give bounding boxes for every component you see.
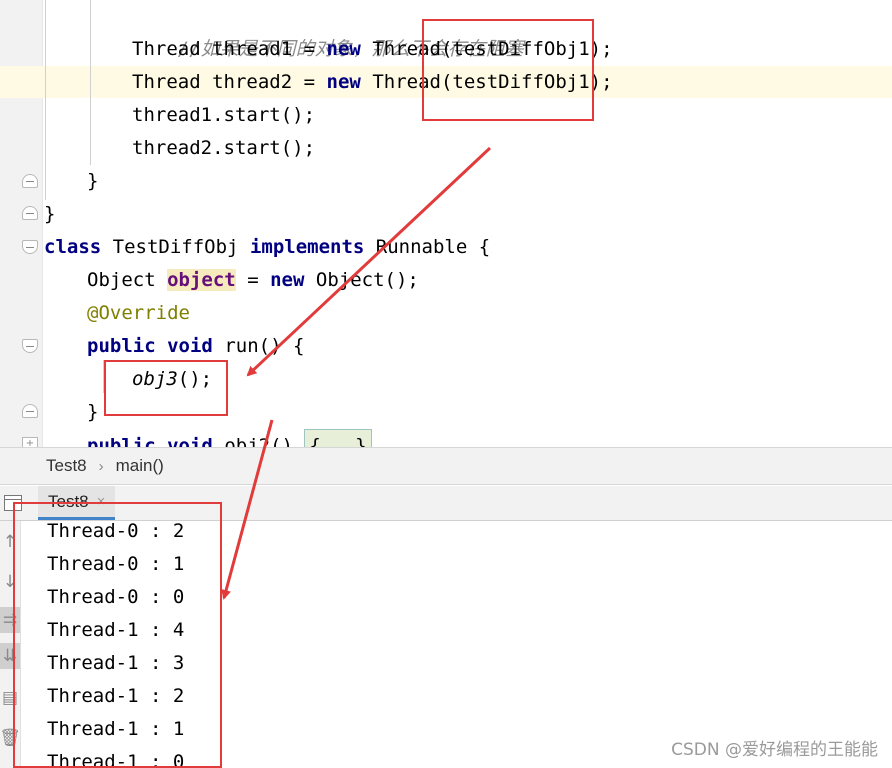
console-line: Thread-0 : 1 (47, 553, 185, 575)
code-keyword: implements (249, 236, 365, 258)
print-icon[interactable]: ▤ (0, 685, 20, 711)
breadcrumb: Test8 › main() (0, 447, 892, 485)
soft-wrap-icon[interactable]: ⇉ (0, 607, 20, 633)
arrow-down-icon[interactable]: ↓ (0, 569, 20, 595)
collapsed-code-block[interactable]: {...} (304, 429, 372, 447)
run-window-icon (4, 495, 22, 511)
code-keyword: new (326, 38, 361, 60)
console-line: Thread-1 : 0 (47, 751, 185, 768)
code-token: obj2() (224, 435, 293, 447)
code-method-call: obj3 (132, 368, 178, 390)
code-token: = (303, 71, 316, 93)
code-token: Thread(testDiffObj1); (372, 38, 613, 60)
code-keyword: void (167, 435, 213, 447)
code-keyword: void (167, 335, 213, 357)
code-token: Thread (132, 71, 201, 93)
code-line[interactable]: Object object = new Object(); (87, 264, 419, 297)
code-line[interactable]: public void obj2() {...} (87, 429, 372, 447)
console-line: Thread-1 : 2 (47, 685, 185, 707)
chevron-right-icon: › (98, 457, 104, 475)
code-token: Thread (132, 38, 201, 60)
fold-marker-icon[interactable] (22, 206, 38, 220)
console-line: Thread-1 : 4 (47, 619, 185, 641)
console-line: Thread-1 : 1 (47, 718, 185, 740)
code-field: object (167, 269, 236, 291)
code-line[interactable]: thread1.start(); (132, 99, 315, 132)
indent-guide (103, 360, 104, 393)
fold-marker-icon[interactable] (22, 174, 38, 188)
code-token: (); (177, 368, 213, 390)
expand-marker-icon[interactable]: + (22, 437, 38, 447)
code-keyword: public (87, 335, 156, 357)
code-editor[interactable]: + //如果是不同的对象，那么不会存在阻塞 Thread thread1 = n… (0, 0, 892, 447)
code-token: } (44, 203, 56, 225)
scroll-to-end-icon[interactable]: ⇊ (0, 643, 20, 669)
code-line[interactable]: Thread thread1 = new Thread(testDiffObj1… (132, 33, 613, 66)
code-line[interactable]: } (87, 396, 98, 429)
run-panel-header: Test8 × (0, 486, 892, 521)
watermark: CSDN @爱好编程的王能能 (671, 740, 878, 760)
code-token: Object (87, 269, 156, 291)
code-token: = (247, 269, 259, 291)
close-icon[interactable]: × (97, 493, 106, 510)
run-toolbar: ↑ ↓ ⇉ ⇊ ▤ 🗑 (0, 521, 21, 768)
code-token: thread1.start(); (132, 104, 316, 126)
code-keyword: public (87, 435, 156, 447)
indent-guide (90, 0, 91, 165)
code-line[interactable]: thread2.start(); (132, 132, 315, 165)
trash-icon[interactable]: 🗑 (0, 725, 21, 751)
console-line: Thread-0 : 0 (47, 586, 185, 608)
code-keyword: new (270, 269, 305, 291)
code-annotation: @Override (87, 302, 190, 324)
code-line[interactable]: class TestDiffObj implements Runnable { (44, 231, 490, 264)
console-line: Thread-1 : 3 (47, 652, 185, 674)
code-token: thread1 (212, 38, 293, 60)
indent-guide (45, 0, 46, 200)
fold-marker-icon[interactable] (22, 404, 38, 418)
code-token: Object(); (315, 269, 419, 291)
breadcrumb-class[interactable]: Test8 (46, 456, 87, 476)
code-keyword: class (44, 236, 102, 258)
arrow-up-icon[interactable]: ↑ (0, 529, 20, 555)
code-token: } (87, 170, 99, 192)
console-line: Thread-0 : 2 (47, 521, 185, 542)
code-token: Runnable { (375, 236, 491, 258)
code-token: thread2.start(); (132, 137, 316, 159)
code-token: Thread(testDiffObj1); (372, 71, 613, 93)
code-line[interactable]: } (44, 198, 55, 231)
code-line[interactable]: @Override (87, 297, 190, 330)
tab-run-test8[interactable]: Test8 × (38, 486, 116, 520)
tab-label: Test8 (48, 491, 89, 511)
code-token: run() { (224, 335, 305, 357)
code-keyword: new (326, 71, 361, 93)
code-line[interactable]: obj3(); (132, 363, 212, 396)
code-line[interactable]: //如果是不同的对象，那么不会存在阻塞 (132, 0, 524, 60)
code-token: } (87, 401, 99, 423)
console-output[interactable]: Thread-0 : 2 Thread-0 : 1 Thread-0 : 0 T… (21, 521, 892, 768)
code-line[interactable]: Thread thread2 = new Thread(testDiffObj1… (132, 66, 613, 99)
code-line[interactable]: } (87, 165, 98, 198)
code-line[interactable]: public void run() { (87, 330, 304, 363)
breadcrumb-method[interactable]: main() (116, 456, 164, 476)
code-token: = (303, 38, 316, 60)
code-token: thread2 (212, 71, 293, 93)
code-token: TestDiffObj (112, 236, 239, 258)
